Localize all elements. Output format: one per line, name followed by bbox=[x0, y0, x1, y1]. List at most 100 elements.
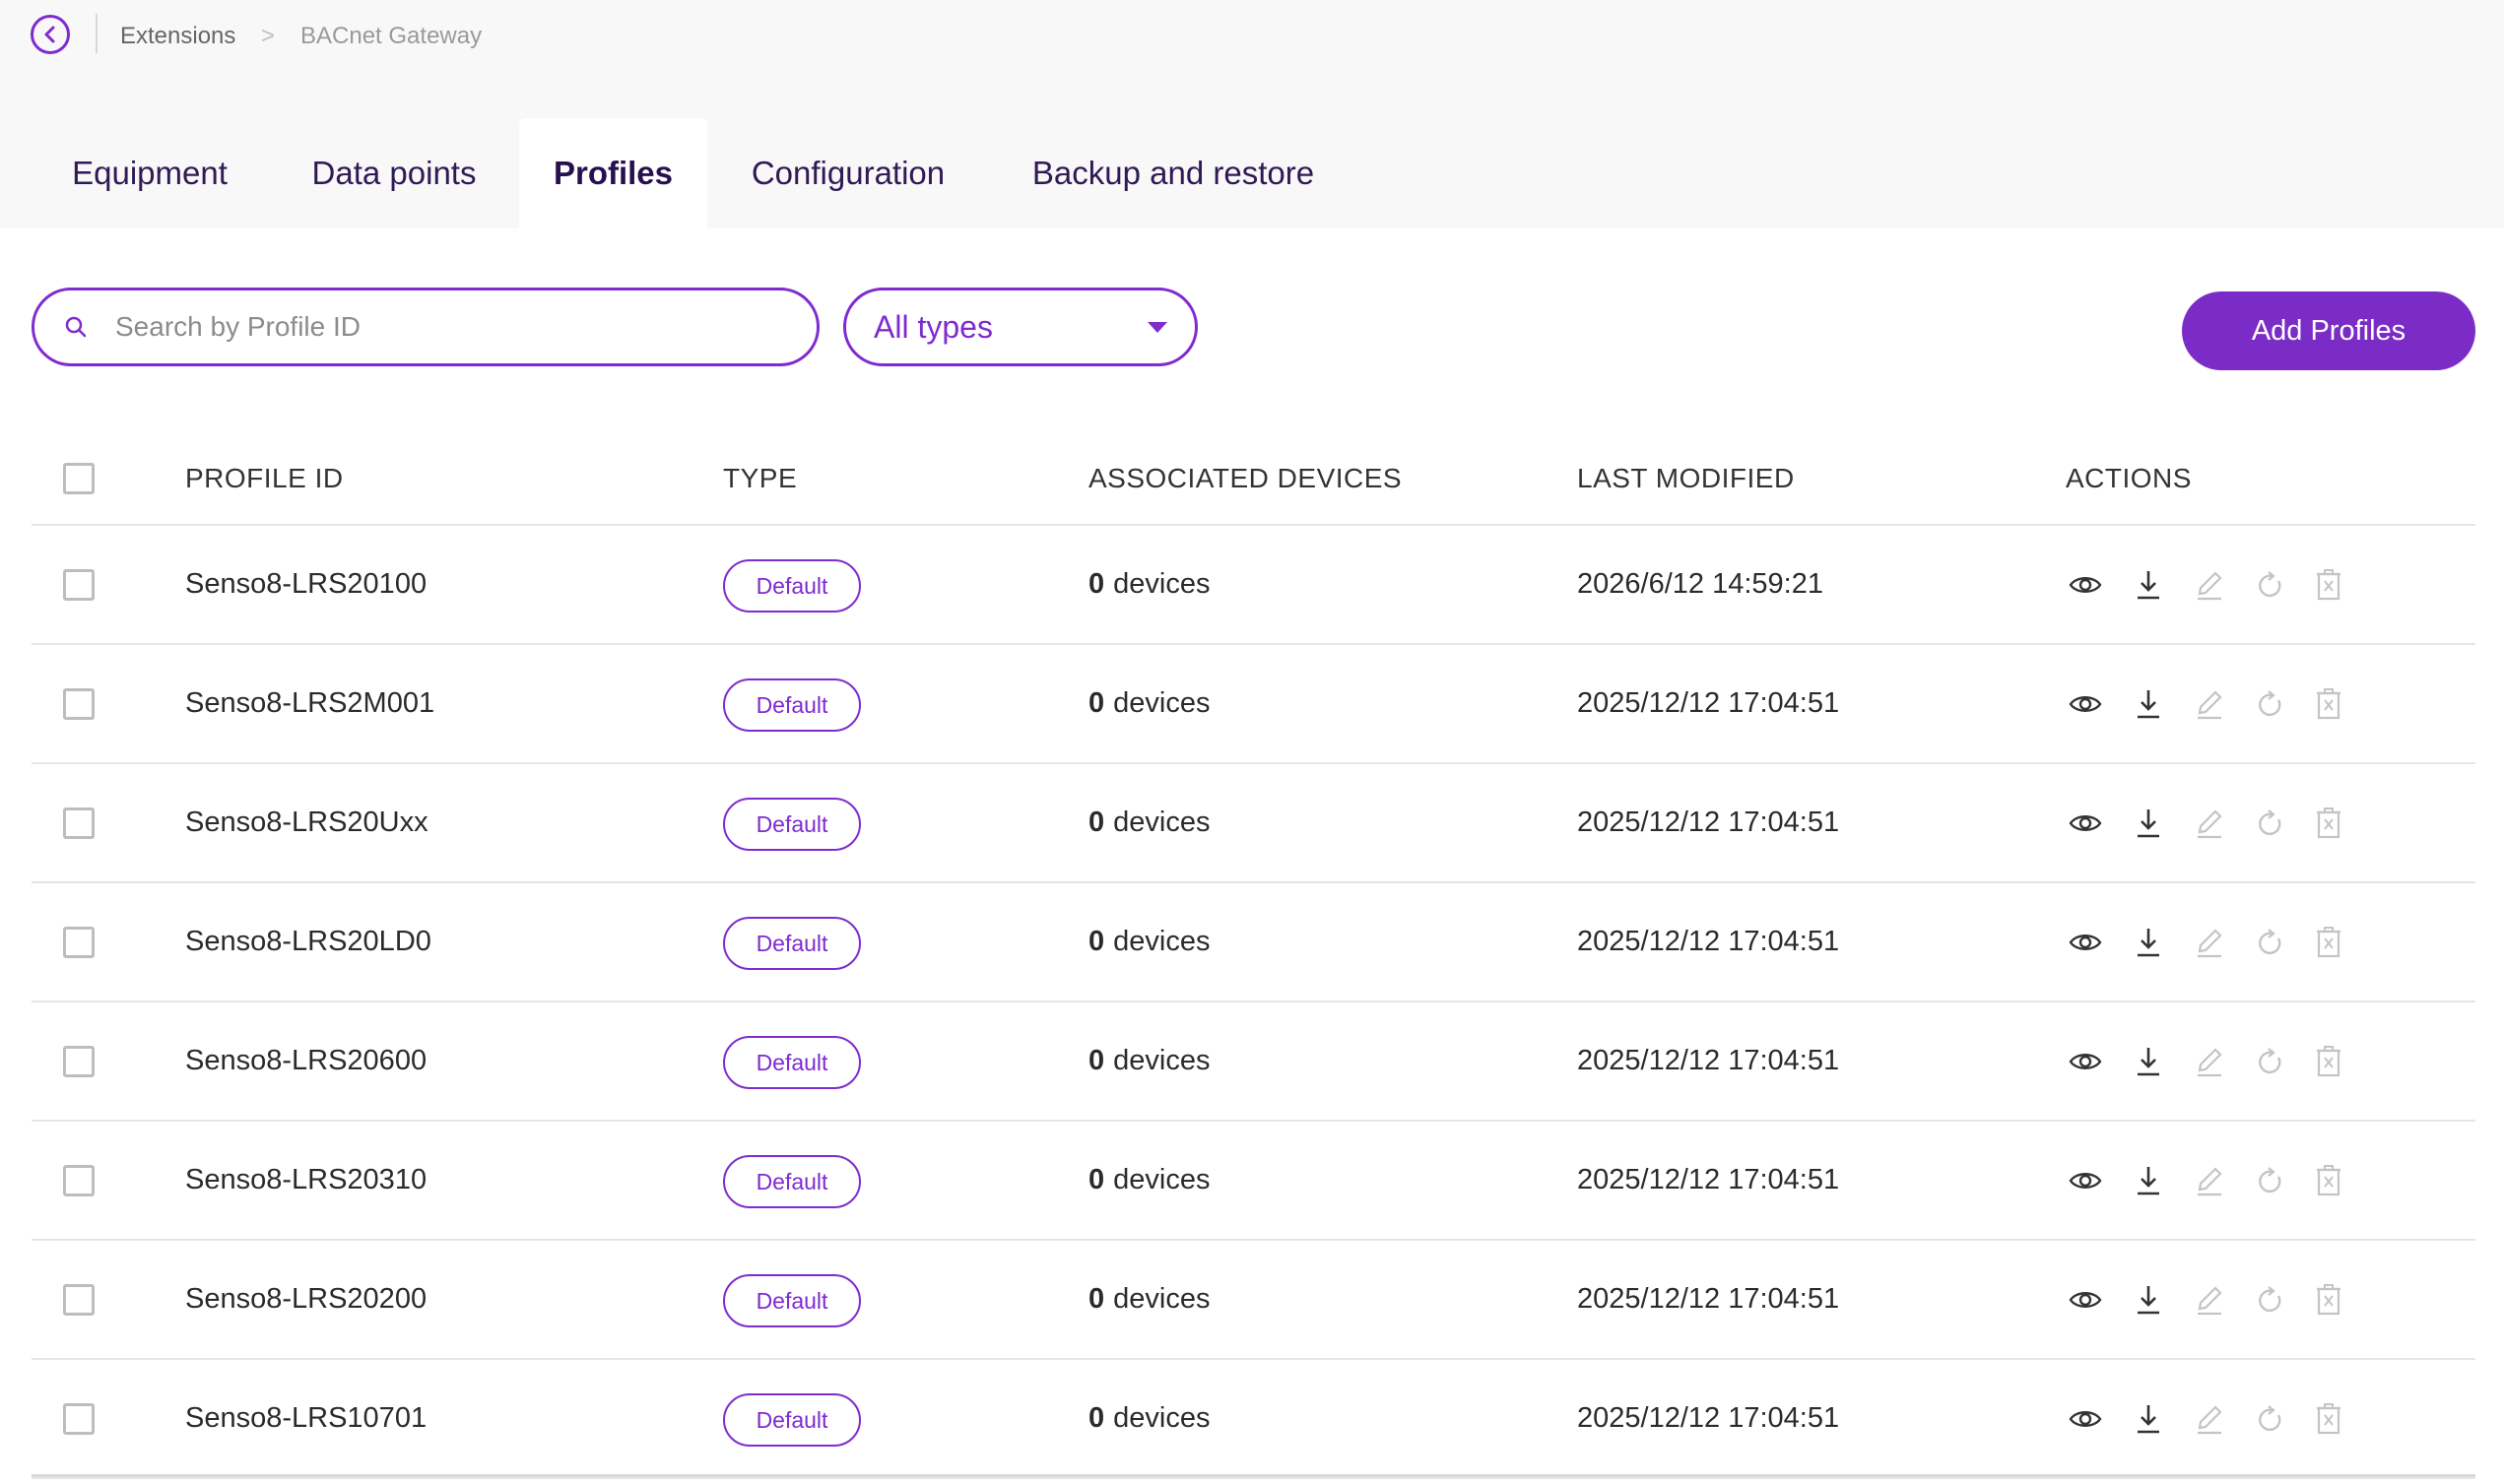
row-checkbox[interactable] bbox=[63, 1284, 95, 1316]
reset-icon bbox=[2252, 1401, 2287, 1437]
eye-icon[interactable] bbox=[2068, 686, 2103, 722]
download-icon[interactable] bbox=[2131, 686, 2166, 722]
reset-icon bbox=[2252, 686, 2287, 722]
device-count: 0 bbox=[1088, 1283, 1105, 1315]
table-row[interactable]: Senso8-LRS20100 Default 0 devices 2026/6/12 … bbox=[32, 526, 2475, 645]
device-unit: devices bbox=[1113, 568, 1211, 600]
device-count: 0 bbox=[1088, 807, 1105, 838]
profile-id: Senso8-LRS20100 bbox=[185, 568, 428, 600]
type-badge: Default bbox=[723, 678, 861, 732]
tab-data-points[interactable]: Data points bbox=[284, 118, 504, 228]
row-checkbox[interactable] bbox=[63, 1165, 95, 1196]
profile-id: Senso8-LRS20200 bbox=[185, 1283, 428, 1315]
row-checkbox[interactable] bbox=[63, 569, 95, 601]
associated-devices: 0 devices bbox=[1088, 526, 1210, 643]
delete-icon bbox=[2311, 686, 2346, 722]
download-icon[interactable] bbox=[2131, 1401, 2166, 1437]
table-row[interactable]: Senso8-LRS20600 Default 0 devices 2025/12/12… bbox=[32, 1002, 2475, 1122]
edit-icon bbox=[2192, 1163, 2227, 1198]
device-unit: devices bbox=[1113, 687, 1211, 719]
device-unit: devices bbox=[1113, 926, 1211, 957]
type-filter-select[interactable]: All types bbox=[843, 288, 1198, 366]
caret-down-icon bbox=[1148, 321, 1167, 333]
type-badge: Default bbox=[723, 1155, 861, 1208]
row-checkbox[interactable] bbox=[63, 927, 95, 958]
eye-icon[interactable] bbox=[2068, 806, 2103, 841]
eye-icon[interactable] bbox=[2068, 1282, 2103, 1318]
reset-icon bbox=[2252, 1282, 2287, 1318]
table-row[interactable]: Senso8-LRS20Uxx Default 0 devices 2025/12/12… bbox=[32, 764, 2475, 883]
select-all-checkbox[interactable] bbox=[63, 463, 95, 494]
table-row[interactable]: Senso8-LRS20LD0 Default 0 devices 2025/12/12… bbox=[32, 883, 2475, 1002]
device-count: 0 bbox=[1088, 1045, 1105, 1076]
add-profiles-button[interactable]: Add Profiles bbox=[2182, 291, 2475, 370]
delete-icon bbox=[2311, 925, 2346, 960]
type-badge: Default bbox=[723, 559, 861, 613]
column-header-type: TYPE bbox=[723, 463, 798, 493]
table-row[interactable]: Senso8-LRS10701 Default 0 devices 2025/12/12… bbox=[32, 1360, 2475, 1479]
row-checkbox[interactable] bbox=[63, 1046, 95, 1077]
download-icon[interactable] bbox=[2131, 567, 2166, 603]
type-badge: Default bbox=[723, 1036, 861, 1089]
associated-devices: 0 devices bbox=[1088, 1241, 1210, 1358]
eye-icon[interactable] bbox=[2068, 1044, 2103, 1079]
chevron-left-icon bbox=[44, 26, 55, 43]
table-row[interactable]: Senso8-LRS2M001 Default 0 devices 2025/12/12… bbox=[32, 645, 2475, 764]
last-modified: 2025/12/12 17:04:51 bbox=[1577, 1045, 1840, 1076]
table-row[interactable]: Senso8-LRS20310 Default 0 devices 2025/12/12… bbox=[32, 1122, 2475, 1241]
device-unit: devices bbox=[1113, 1045, 1211, 1076]
eye-icon[interactable] bbox=[2068, 1401, 2103, 1437]
device-unit: devices bbox=[1113, 807, 1211, 838]
row-checkbox[interactable] bbox=[63, 688, 95, 720]
search-input[interactable] bbox=[113, 310, 767, 344]
edit-icon bbox=[2192, 1282, 2227, 1318]
search-box[interactable] bbox=[32, 288, 820, 366]
column-header-associated-devices: ASSOCIATED DEVICES bbox=[1088, 463, 1403, 493]
row-checkbox[interactable] bbox=[63, 807, 95, 839]
download-icon[interactable] bbox=[2131, 1163, 2166, 1198]
table-header: PROFILE ID TYPE ASSOCIATED DEVICES LAST … bbox=[32, 433, 2475, 526]
table-row[interactable]: Senso8-LRS20200 Default 0 devices 2025/12/12… bbox=[32, 1241, 2475, 1360]
profile-id: Senso8-LRS20Uxx bbox=[185, 807, 428, 838]
back-button[interactable] bbox=[31, 15, 70, 54]
device-count: 0 bbox=[1088, 926, 1105, 957]
last-modified: 2026/6/12 14:59:21 bbox=[1577, 568, 1823, 600]
delete-icon bbox=[2311, 1282, 2346, 1318]
tab-backup-and-restore[interactable]: Backup and restore bbox=[989, 118, 1357, 228]
download-icon[interactable] bbox=[2131, 925, 2166, 960]
eye-icon[interactable] bbox=[2068, 1163, 2103, 1198]
edit-icon bbox=[2192, 925, 2227, 960]
tab-configuration[interactable]: Configuration bbox=[723, 118, 973, 228]
last-modified: 2025/12/12 17:04:51 bbox=[1577, 1283, 1840, 1315]
tab-equipment[interactable]: Equipment bbox=[32, 118, 268, 228]
tab-profiles[interactable]: Profiles bbox=[519, 118, 707, 228]
edit-icon bbox=[2192, 686, 2227, 722]
eye-icon[interactable] bbox=[2068, 567, 2103, 603]
associated-devices: 0 devices bbox=[1088, 1122, 1210, 1239]
device-count: 0 bbox=[1088, 568, 1105, 600]
device-count: 0 bbox=[1088, 1164, 1105, 1195]
delete-icon bbox=[2311, 1401, 2346, 1437]
reset-icon bbox=[2252, 806, 2287, 841]
delete-icon bbox=[2311, 806, 2346, 841]
eye-icon[interactable] bbox=[2068, 925, 2103, 960]
reset-icon bbox=[2252, 925, 2287, 960]
last-modified: 2025/12/12 17:04:51 bbox=[1577, 926, 1840, 957]
download-icon[interactable] bbox=[2131, 806, 2166, 841]
edit-icon bbox=[2192, 1044, 2227, 1079]
device-count: 0 bbox=[1088, 687, 1105, 719]
delete-icon bbox=[2311, 567, 2346, 603]
download-icon[interactable] bbox=[2131, 1044, 2166, 1079]
associated-devices: 0 devices bbox=[1088, 645, 1210, 762]
breadcrumb-extensions[interactable]: Extensions bbox=[120, 20, 235, 53]
edit-icon bbox=[2192, 806, 2227, 841]
column-header-last-modified: LAST MODIFIED bbox=[1577, 463, 1795, 493]
column-header-actions: ACTIONS bbox=[2066, 463, 2192, 493]
download-icon[interactable] bbox=[2131, 1282, 2166, 1318]
type-badge: Default bbox=[723, 917, 861, 970]
device-unit: devices bbox=[1113, 1283, 1211, 1315]
last-modified: 2025/12/12 17:04:51 bbox=[1577, 1402, 1840, 1434]
row-checkbox[interactable] bbox=[63, 1403, 95, 1435]
reset-icon bbox=[2252, 1044, 2287, 1079]
delete-icon bbox=[2311, 1163, 2346, 1198]
